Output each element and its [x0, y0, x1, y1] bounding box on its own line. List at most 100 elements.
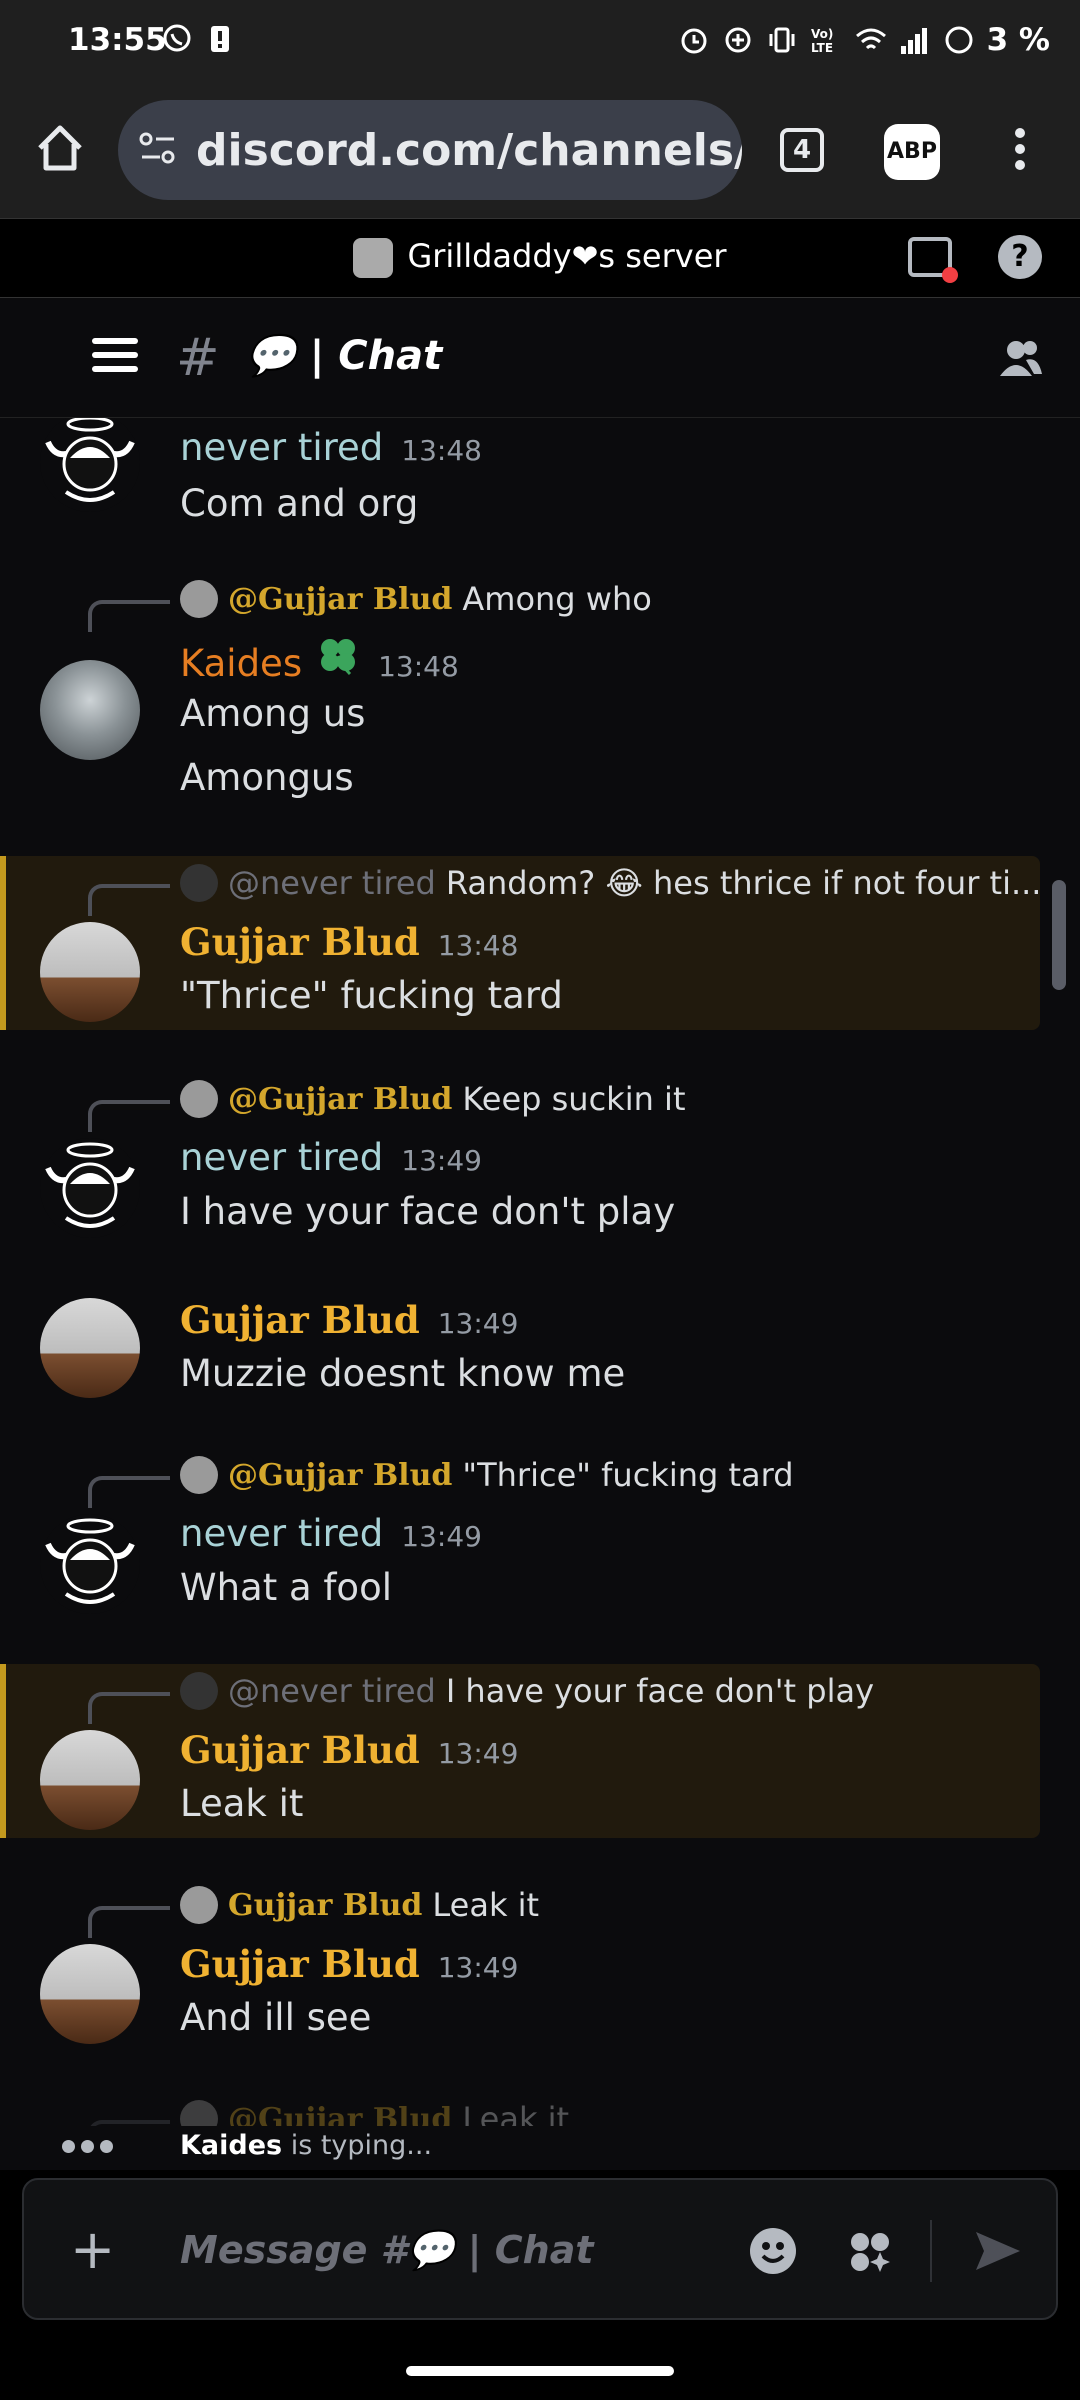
status-bar: 13:55 Vo) LTE 3 % — [0, 0, 1080, 84]
url-bar[interactable]: discord.com/channels/14 — [118, 100, 742, 200]
avatar[interactable] — [40, 1730, 140, 1830]
wifi-icon — [855, 24, 886, 56]
message-list[interactable]: never tired 13:48 Com and org @Gujjar Bl… — [0, 418, 1080, 2170]
message-text: Amongus — [180, 756, 354, 799]
reply-avatar — [180, 1886, 218, 1924]
reply-text: "Thrice" fucking tard — [462, 1456, 794, 1494]
battery-icon — [943, 24, 973, 56]
url-text: discord.com/channels/14 — [196, 124, 742, 176]
author-name[interactable]: Gujjar Blud — [180, 920, 420, 964]
data-saver-icon — [723, 24, 753, 56]
message-input[interactable] — [180, 2220, 720, 2280]
reply-preview[interactable]: @Gujjar Blud Keep suckin it — [180, 1080, 685, 1118]
browser-toolbar: discord.com/channels/14 4 ABP — [0, 84, 1080, 218]
reply-avatar — [180, 1672, 218, 1710]
message-header: never tired 13:48 — [180, 426, 482, 469]
reply-avatar — [180, 864, 218, 902]
server-avatar — [353, 238, 394, 278]
battery-percent: 3 % — [986, 22, 1050, 58]
divider — [930, 2220, 932, 2282]
reply-preview[interactable]: @Gujjar Blud Among who — [180, 580, 652, 618]
members-icon[interactable] — [996, 338, 1044, 378]
reply-connector — [88, 1692, 170, 1724]
home-indicator[interactable] — [406, 2366, 674, 2376]
message-header: Gujjar Blud 13:49 — [180, 1298, 518, 1342]
reply-author: @never tired — [228, 1672, 436, 1710]
notification-icon — [208, 22, 238, 54]
message-header: never tired 13:49 — [180, 1136, 482, 1179]
vibrate-icon — [767, 24, 797, 56]
reply-connector — [88, 1906, 170, 1938]
status-time: 13:55 — [68, 22, 167, 58]
typing-indicator: Kaides is typing... — [0, 2126, 1080, 2170]
reply-author: Gujjar Blud — [228, 1887, 423, 1923]
author-name[interactable]: Kaides — [180, 642, 302, 685]
channel-hash-icon: # — [176, 328, 220, 388]
tab-switcher-button[interactable]: 4 — [780, 128, 824, 172]
timestamp: 13:48 — [378, 650, 459, 683]
reply-connector — [88, 1476, 170, 1508]
message-text: Muzzie doesnt know me — [180, 1352, 626, 1395]
typing-user: Kaides — [180, 2130, 283, 2161]
author-name[interactable]: Gujjar Blud — [180, 1298, 420, 1342]
adblock-button[interactable]: ABP — [884, 124, 940, 180]
emoji-icon[interactable] — [750, 2228, 796, 2274]
timestamp: 13:49 — [401, 1144, 482, 1177]
message-header: Gujjar Blud 13:49 — [180, 1728, 518, 1772]
avatar[interactable] — [40, 660, 140, 760]
add-attachment-button[interactable]: + — [70, 2220, 115, 2280]
apps-icon[interactable] — [846, 2228, 894, 2276]
reply-preview[interactable]: Gujjar Blud Leak it — [180, 1886, 539, 1924]
reply-avatar — [180, 1456, 218, 1494]
reply-text: Random? 😂 hes thrice if not four ti... — [445, 864, 1042, 902]
server-header: Grilldaddy❤s server ? — [0, 218, 1080, 298]
author-name[interactable]: Gujjar Blud — [180, 1728, 420, 1772]
volte-icon: Vo) LTE — [811, 24, 841, 56]
author-name[interactable]: never tired — [180, 1512, 383, 1555]
help-icon[interactable]: ? — [998, 235, 1042, 279]
author-name[interactable]: never tired — [180, 426, 383, 469]
message-text: And ill see — [180, 1996, 372, 2039]
avatar[interactable] — [40, 922, 140, 1022]
message-text: "Thrice" fucking tard — [180, 974, 563, 1017]
send-icon[interactable] — [972, 2226, 1024, 2276]
whatsapp-icon — [162, 22, 192, 54]
signal-icon — [899, 24, 929, 56]
screen-share-icon[interactable] — [908, 237, 958, 283]
svg-text:Vo): Vo) — [811, 27, 833, 41]
scrollbar[interactable] — [1052, 880, 1066, 990]
avatar[interactable] — [40, 418, 140, 512]
menu-icon[interactable] — [92, 338, 138, 374]
author-name[interactable]: Gujjar Blud — [180, 1942, 420, 1986]
home-icon[interactable] — [32, 120, 88, 176]
site-settings-icon[interactable] — [138, 130, 178, 170]
reply-author: @Gujjar Blud — [228, 1457, 453, 1493]
avatar[interactable] — [40, 1514, 140, 1614]
avatar[interactable] — [40, 1944, 140, 2044]
timestamp: 13:48 — [401, 434, 482, 467]
reply-author: @Gujjar Blud — [228, 581, 453, 617]
author-name[interactable]: never tired — [180, 1136, 383, 1179]
reply-preview[interactable]: @never tired Random? 😂 hes thrice if not… — [180, 864, 1041, 902]
alarm-icon — [679, 24, 709, 56]
server-name: Grilldaddy❤s server — [407, 237, 727, 275]
avatar[interactable] — [40, 1138, 140, 1238]
message-text: What a fool — [180, 1566, 392, 1609]
typing-suffix: is typing... — [282, 2130, 433, 2161]
reply-text: Among who — [462, 580, 652, 618]
typing-dots-icon — [62, 2140, 113, 2153]
gesture-bar — [0, 2340, 1080, 2400]
reply-connector — [88, 600, 170, 632]
svg-text:LTE: LTE — [811, 41, 833, 55]
channel-title: 💬 | Chat — [246, 333, 443, 379]
browser-menu-icon[interactable] — [1010, 122, 1030, 182]
message-composer: + — [22, 2178, 1058, 2320]
message-text: Com and org — [180, 482, 419, 525]
timestamp: 13:49 — [437, 1951, 519, 1984]
reply-preview[interactable]: @never tired I have your face don't play — [180, 1672, 874, 1710]
reply-text: I have your face don't play — [445, 1672, 874, 1710]
avatar[interactable] — [40, 1298, 140, 1398]
reply-text: Keep suckin it — [462, 1080, 686, 1118]
timestamp: 13:49 — [401, 1520, 482, 1553]
reply-preview[interactable]: @Gujjar Blud "Thrice" fucking tard — [180, 1456, 794, 1494]
